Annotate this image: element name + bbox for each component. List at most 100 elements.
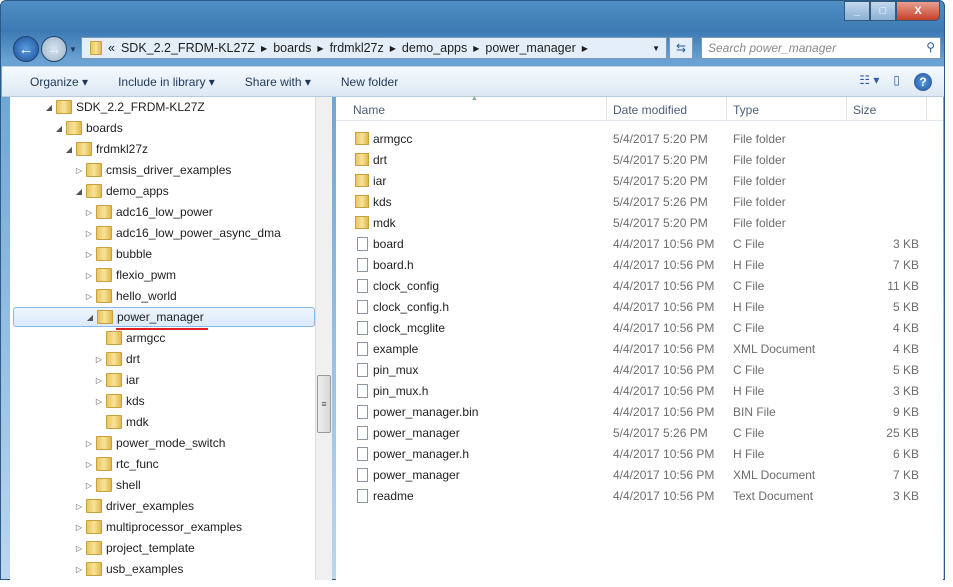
file-row[interactable]: drt 5/4/2017 5:20 PM File folder <box>336 150 936 171</box>
collapsed-arrow-icon[interactable]: ▷ <box>84 292 94 301</box>
tree-item[interactable]: mdk <box>94 412 149 432</box>
file-row[interactable]: clock_config.h 4/4/2017 10:56 PM H File 5 K… <box>336 297 936 318</box>
collapsed-arrow-icon[interactable]: ▷ <box>84 460 94 469</box>
maximize-button[interactable]: □ <box>870 1 896 21</box>
collapsed-arrow-icon[interactable]: ▷ <box>84 250 94 259</box>
tree-item[interactable]: ◢ SDK_2.2_FRDM-KL27Z <box>44 97 205 117</box>
collapsed-arrow-icon[interactable]: ▷ <box>94 355 104 364</box>
collapsed-arrow-icon[interactable]: ▷ <box>84 229 94 238</box>
chevron-right-icon[interactable]: ▶ <box>473 44 479 53</box>
tree-item[interactable]: ▷ shell <box>84 475 141 495</box>
collapsed-arrow-icon[interactable]: ▷ <box>84 481 94 490</box>
tree-item[interactable]: ▷ hello_world <box>84 286 177 306</box>
breadcrumb-segment[interactable]: demo_apps <box>402 41 467 55</box>
tree-item[interactable]: ▷ adc16_low_power <box>84 202 213 222</box>
views-button[interactable]: ☷ ▾ <box>859 73 879 91</box>
tree-item[interactable]: ◢ demo_apps <box>74 181 169 201</box>
file-row[interactable]: board.h 4/4/2017 10:56 PM H File 7 KB <box>336 255 936 276</box>
collapsed-arrow-icon[interactable]: ▷ <box>74 544 84 553</box>
column-name[interactable]: Name <box>353 103 385 117</box>
collapsed-arrow-icon[interactable]: ▷ <box>74 502 84 511</box>
collapsed-arrow-icon[interactable]: ▷ <box>74 166 84 175</box>
tree-item[interactable]: ▷ power_mode_switch <box>84 433 225 453</box>
tree-item[interactable]: ▷ drt <box>94 349 140 369</box>
include-in-library-button[interactable]: Include in library ▾ <box>118 75 215 89</box>
file-row[interactable]: clock_config 4/4/2017 10:56 PM C File 11 KB <box>336 276 936 297</box>
collapsed-arrow-icon[interactable]: ▷ <box>94 397 104 406</box>
tree-item[interactable]: ▷ driver_examples <box>74 496 194 516</box>
column-date-modified[interactable]: Date modified <box>613 103 687 117</box>
file-size: 25 KB <box>886 426 919 440</box>
breadcrumb-segment[interactable]: boards <box>273 41 311 55</box>
collapsed-arrow-icon[interactable]: ▷ <box>84 439 94 448</box>
search-input[interactable]: Search power_manager ⚲ <box>701 37 941 59</box>
file-row[interactable]: kds 5/4/2017 5:26 PM File folder <box>336 192 936 213</box>
tree-scrollbar[interactable]: ≡ <box>315 97 332 580</box>
tree-item[interactable]: ▷ usb_examples <box>74 559 183 579</box>
address-bar[interactable]: « SDK_2.2_FRDM-KL27Z ▶ boards ▶ frdmkl27z ▶… <box>81 37 667 59</box>
share-with-button[interactable]: Share with ▾ <box>245 75 311 89</box>
file-row[interactable]: power_manager.bin 4/4/2017 10:56 PM BIN Fi… <box>336 402 936 423</box>
collapsed-arrow-icon[interactable]: ▷ <box>94 376 104 385</box>
breadcrumb-segment[interactable]: frdmkl27z <box>330 41 384 55</box>
file-row[interactable]: armgcc 5/4/2017 5:20 PM File folder <box>336 129 936 150</box>
file-row[interactable]: pin_mux 4/4/2017 10:56 PM C File 5 KB <box>336 360 936 381</box>
tree-item[interactable]: ▷ project_template <box>74 538 195 558</box>
preview-pane-button[interactable]: ▯ <box>893 73 900 91</box>
expanded-arrow-icon[interactable]: ◢ <box>74 187 84 196</box>
search-icon[interactable]: ⚲ <box>926 40 935 54</box>
tree-item[interactable]: armgcc <box>94 328 165 348</box>
file-row[interactable]: power_manager 5/4/2017 5:26 PM C File 25 KB <box>336 423 936 444</box>
address-overflow[interactable]: « <box>108 41 115 55</box>
tree-item[interactable]: ▷ multiprocessor_examples <box>74 517 242 537</box>
file-row[interactable]: iar 5/4/2017 5:20 PM File folder <box>336 171 936 192</box>
file-date: 4/4/2017 10:56 PM <box>613 384 715 398</box>
expanded-arrow-icon[interactable]: ◢ <box>64 145 74 154</box>
expanded-arrow-icon[interactable]: ◢ <box>54 124 64 133</box>
tree-item[interactable]: ◢ boards <box>54 118 123 138</box>
tree-item[interactable]: ▷ cmsis_driver_examples <box>74 160 231 180</box>
close-button[interactable]: X <box>896 1 940 21</box>
expanded-arrow-icon[interactable]: ◢ <box>44 103 54 112</box>
breadcrumb-segment[interactable]: SDK_2.2_FRDM-KL27Z <box>121 41 255 55</box>
file-row[interactable]: mdk 5/4/2017 5:20 PM File folder <box>336 213 936 234</box>
file-row[interactable]: example 4/4/2017 10:56 PM XML Document 4 KB <box>336 339 936 360</box>
chevron-right-icon[interactable]: ▶ <box>317 44 323 53</box>
breadcrumb-segment[interactable]: power_manager <box>485 41 575 55</box>
chevron-right-icon[interactable]: ▶ <box>261 44 267 53</box>
tree-item[interactable]: ▷ flexio_pwm <box>84 265 176 285</box>
tree-item[interactable]: ▷ adc16_low_power_async_dma <box>84 223 281 243</box>
organize-button[interactable]: Organize ▾ <box>30 75 88 89</box>
collapsed-arrow-icon[interactable]: ▷ <box>84 208 94 217</box>
tree-item[interactable]: ▷ rtc_func <box>84 454 159 474</box>
tree-item[interactable]: ◢ frdmkl27z <box>64 139 148 159</box>
expanded-arrow-icon[interactable]: ◢ <box>85 313 95 322</box>
file-row[interactable]: pin_mux.h 4/4/2017 10:56 PM H File 3 KB <box>336 381 936 402</box>
tree-item[interactable]: ▷ kds <box>94 391 145 411</box>
tree-item[interactable]: ◢ power_manager <box>13 307 315 327</box>
forward-button[interactable]: → <box>41 36 67 62</box>
file-row[interactable]: readme 4/4/2017 10:56 PM Text Document 3 KB <box>336 486 936 507</box>
file-row[interactable]: clock_mcglite 4/4/2017 10:56 PM C File 4 KB <box>336 318 936 339</box>
file-row[interactable]: power_manager 4/4/2017 10:56 PM XML Docume… <box>336 465 936 486</box>
tree-item[interactable]: ▷ bubble <box>84 244 152 264</box>
file-row[interactable]: power_manager.h 4/4/2017 10:56 PM H File 6 … <box>336 444 936 465</box>
refresh-button[interactable]: ⇆ <box>669 37 693 59</box>
address-dropdown[interactable]: ▼ <box>652 44 660 53</box>
tree-item[interactable]: ▷ iar <box>94 370 139 390</box>
column-size[interactable]: Size <box>853 103 876 117</box>
file-type: File folder <box>733 195 786 209</box>
back-button[interactable]: ← <box>13 36 39 62</box>
chevron-right-icon[interactable]: ▶ <box>390 44 396 53</box>
collapsed-arrow-icon[interactable]: ▷ <box>74 523 84 532</box>
scroll-thumb[interactable]: ≡ <box>317 375 331 433</box>
chevron-right-icon[interactable]: ▶ <box>582 44 588 53</box>
column-type[interactable]: Type <box>733 103 759 117</box>
new-folder-button[interactable]: New folder <box>341 75 398 89</box>
recent-pages-dropdown[interactable]: ▼ <box>69 45 77 54</box>
file-row[interactable]: board 4/4/2017 10:56 PM C File 3 KB <box>336 234 936 255</box>
help-button[interactable]: ? <box>914 73 932 91</box>
collapsed-arrow-icon[interactable]: ▷ <box>74 565 84 574</box>
collapsed-arrow-icon[interactable]: ▷ <box>84 271 94 280</box>
minimize-button[interactable]: _ <box>844 1 870 21</box>
